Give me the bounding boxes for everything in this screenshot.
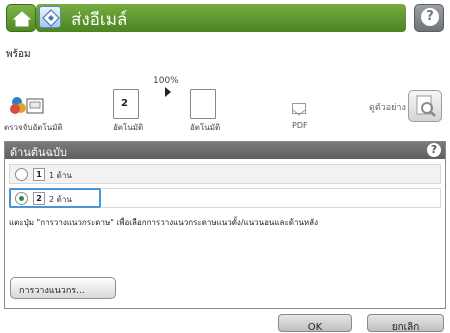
- play-arrow-icon: [165, 87, 171, 97]
- option-label: 1 ด้าน: [49, 171, 72, 180]
- pdf-label: PDF: [292, 121, 308, 130]
- magnifier-icon: [416, 95, 436, 117]
- send-email-screen: ส่งอีเมล์ ? พร้อม ตรวจจับอัตโนมัติ 2 อัต…: [0, 0, 450, 333]
- orientation-button[interactable]: การวางแนวกร...: [10, 277, 116, 299]
- option-two-sided[interactable]: 2 2 ด้าน: [9, 188, 441, 208]
- preview-button[interactable]: [408, 90, 442, 122]
- radio-dot: [19, 196, 24, 201]
- panel-title: ด้านต้นฉบับ: [10, 146, 67, 159]
- home-icon: [12, 11, 32, 27]
- panel-header: ด้านต้นฉบับ ?: [5, 142, 445, 159]
- original-sides-panel: ด้านต้นฉบับ ? 1 1 ด้าน 2 2 ด้าน แตะปุ่ม …: [4, 141, 446, 309]
- scanner-icon[interactable]: [10, 93, 50, 117]
- email-app-icon: [39, 6, 61, 28]
- zoom-level: 100%: [153, 76, 179, 86]
- title-bar: ส่งอีเมล์ ?: [0, 0, 450, 40]
- home-button[interactable]: [6, 4, 36, 32]
- doc-badge: 2: [121, 98, 128, 109]
- sides-badge: 1: [33, 168, 45, 181]
- auto-label-2: อัตโนมัติ: [190, 123, 221, 132]
- preview-label: ดูตัวอย่าง: [369, 103, 406, 113]
- radio-button-selected[interactable]: [15, 192, 28, 205]
- help-button[interactable]: ?: [414, 4, 444, 32]
- help-icon: ?: [421, 8, 439, 26]
- file-format-icon[interactable]: [292, 103, 306, 116]
- cancel-button[interactable]: ยกเลิก: [367, 314, 444, 333]
- title-strip: ส่งอีเมล์: [36, 4, 406, 32]
- radio-button[interactable]: [15, 168, 28, 181]
- cancel-label: ยกเลิก: [391, 322, 420, 333]
- sides-badge: 2: [33, 192, 45, 205]
- instruction-text: แตะปุ่ม "การวางแนวกระดาษ" เพื่อเลือกการว…: [9, 218, 318, 227]
- ok-button[interactable]: OK: [278, 314, 352, 333]
- auto-detect-label: ตรวจจับอัตโนมัติ: [4, 123, 63, 132]
- orientation-button-label: การวางแนวกร...: [19, 286, 85, 296]
- auto-label-1: อัตโนมัติ: [113, 123, 144, 132]
- option-one-sided[interactable]: 1 1 ด้าน: [9, 164, 441, 184]
- page-title: ส่งอีเมล์: [71, 10, 128, 30]
- panel-help-icon[interactable]: ?: [427, 143, 441, 157]
- blank-document-icon[interactable]: [190, 89, 216, 119]
- ok-label: OK: [307, 322, 323, 333]
- option-label: 2 ด้าน: [49, 195, 72, 204]
- document-icon[interactable]: 2: [113, 89, 139, 119]
- scan-options-toolbar: [0, 60, 450, 135]
